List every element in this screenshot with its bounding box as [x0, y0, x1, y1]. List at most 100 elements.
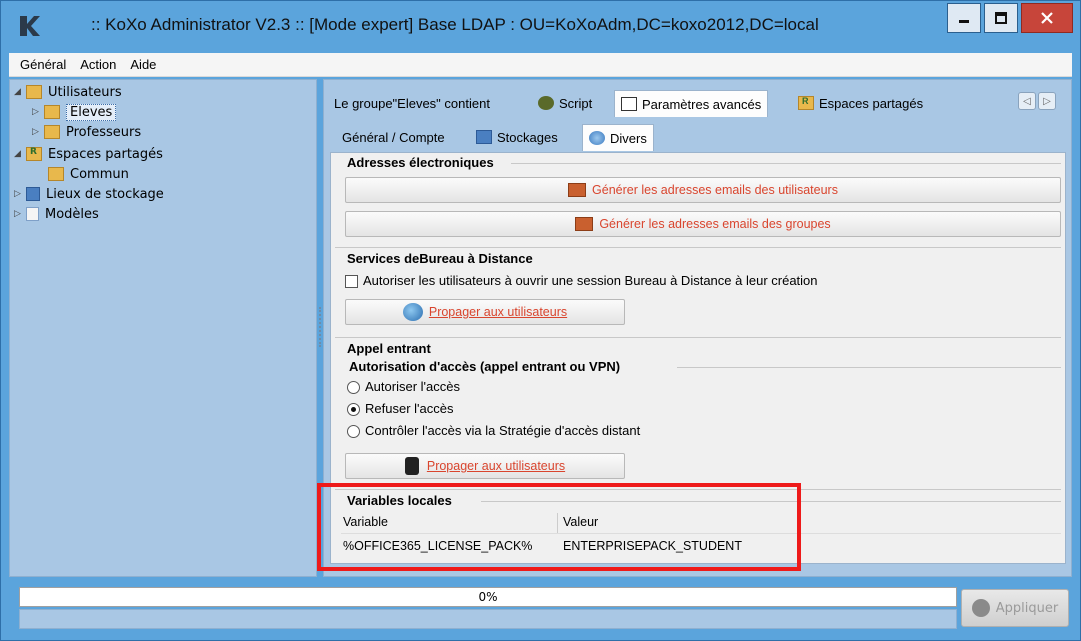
folder-icon — [44, 105, 60, 119]
status-bar — [19, 609, 957, 629]
menu-action[interactable]: Action — [73, 57, 123, 72]
button-label: Générer les adresses emails des groupes — [599, 217, 831, 231]
tree-label: Commun — [70, 166, 129, 182]
app-window: :: KoXo Administrator V2.3 :: [Mode expe… — [0, 0, 1081, 641]
tab-label: Paramètres avancés — [642, 96, 762, 112]
network-icon — [589, 131, 605, 145]
rdp-checkbox[interactable] — [345, 275, 358, 288]
tab-label: Stockages — [497, 129, 558, 145]
tree-item-espaces-partages[interactable]: ◢ Espaces partagés — [14, 144, 163, 164]
tab-scroll-arrows: ◁ ▷ — [1018, 92, 1058, 112]
email-card-icon — [568, 183, 587, 197]
button-label: Propager aux utilisateurs — [426, 459, 566, 473]
gears-icon — [538, 96, 554, 110]
minimize-button[interactable] — [947, 3, 981, 33]
divider — [335, 337, 1061, 338]
highlight-box — [317, 483, 801, 571]
generate-group-emails-button[interactable]: Générer les adresses emails des groupes — [345, 211, 1061, 237]
settings-icon — [621, 97, 637, 111]
minimize-icon — [959, 20, 969, 23]
tab-stockages[interactable]: Stockages — [470, 124, 564, 150]
menu-bar: Général Action Aide — [9, 53, 1072, 77]
appel-subtitle: Autorisation d'accès (appel entrant ou V… — [349, 359, 621, 374]
tree-label: Utilisateurs — [48, 84, 122, 100]
button-label: Propager aux utilisateurs — [428, 305, 568, 319]
button-label: Générer les adresses emails des utilisat… — [592, 183, 838, 197]
open-folder-icon — [48, 167, 64, 181]
generate-user-emails-button[interactable]: Générer les adresses emails des utilisat… — [345, 177, 1061, 203]
radio-controler[interactable] — [347, 425, 360, 438]
collapse-icon[interactable]: ◢ — [14, 87, 26, 97]
tab-script[interactable]: Script — [532, 90, 598, 116]
radio-autoriser[interactable] — [347, 381, 360, 394]
tree-label: Professeurs — [66, 124, 142, 140]
progress-label: 0% — [478, 590, 498, 604]
email-card-icon — [575, 217, 594, 231]
main-tabs: Le groupe"Eleves" contient Script Paramè… — [324, 90, 1073, 117]
tree-label: Lieux de stockage — [46, 186, 164, 202]
expand-icon[interactable]: ▷ — [14, 189, 26, 199]
propagate-rdp-button[interactable]: Propager aux utilisateurs — [345, 299, 625, 325]
navigation-tree: ◢ Utilisateurs ▷ Eleves ▷ Professeurs ◢ … — [9, 79, 317, 577]
tree-item-professeurs[interactable]: ▷ Professeurs — [32, 122, 141, 142]
bureau-title: Services deBureau à Distance — [347, 251, 533, 266]
tree-label: Eleves — [66, 103, 117, 121]
shared-folder-icon — [26, 147, 42, 161]
tree-label: Espaces partagés — [48, 146, 163, 162]
expand-icon[interactable]: ▷ — [14, 209, 26, 219]
menu-general[interactable]: Général — [13, 57, 73, 72]
tab-groupe-contient[interactable]: Le groupe"Eleves" contient — [328, 90, 496, 116]
appel-title: Appel entrant — [347, 341, 431, 356]
menu-aide[interactable]: Aide — [123, 57, 163, 72]
title-bar[interactable]: :: KoXo Administrator V2.3 :: [Mode expe… — [1, 1, 1080, 51]
bluetooth-icon — [404, 457, 419, 475]
maximize-button[interactable] — [984, 3, 1018, 33]
radio-controler-label: Contrôler l'accès via la Stratégie d'acc… — [365, 423, 641, 438]
scroll-right-icon[interactable]: ▷ — [1038, 92, 1056, 110]
close-icon — [1041, 12, 1053, 24]
check-icon — [971, 599, 990, 617]
tab-label: Script — [559, 95, 593, 111]
tab-espaces-partages[interactable]: Espaces partagés — [792, 90, 929, 116]
rdp-checkbox-label: Autoriser les utilisateurs à ouvrir une … — [363, 273, 818, 288]
expand-icon[interactable]: ▷ — [32, 107, 44, 117]
tab-label: Le groupe"Eleves" contient — [334, 95, 490, 111]
tab-label: Espaces partagés — [819, 95, 924, 111]
divider — [511, 163, 1061, 164]
tree-item-eleves[interactable]: ▷ Eleves — [32, 102, 117, 122]
tab-parametres-avances[interactable]: Paramètres avancés — [614, 90, 769, 117]
scroll-left-icon[interactable]: ◁ — [1018, 92, 1036, 110]
tab-label: Général / Compte — [342, 129, 445, 145]
shared-folder-icon — [798, 96, 814, 110]
tree-item-modeles[interactable]: ▷ Modèles — [14, 204, 99, 224]
template-icon — [26, 207, 39, 221]
adresses-title: Adresses électroniques — [347, 155, 494, 170]
sub-tabs: Général / Compte Stockages Divers — [324, 124, 1073, 151]
radio-refuser-label: Refuser l'accès — [365, 401, 454, 416]
radio-refuser[interactable] — [347, 403, 360, 416]
expand-icon[interactable]: ▷ — [32, 127, 44, 137]
storage-icon — [26, 187, 40, 201]
collapse-icon[interactable]: ◢ — [14, 149, 26, 159]
divider — [677, 367, 1061, 368]
propagate-access-button[interactable]: Propager aux utilisateurs — [345, 453, 625, 479]
tree-label: Modèles — [45, 206, 99, 222]
divider — [335, 247, 1061, 248]
tab-general-compte[interactable]: Général / Compte — [336, 124, 451, 150]
splitter-handle[interactable] — [319, 307, 321, 347]
tab-label: Divers — [610, 130, 647, 146]
maximize-icon — [995, 12, 1007, 24]
tree-item-commun[interactable]: Commun — [48, 164, 129, 184]
folder-icon — [44, 125, 60, 139]
tree-item-utilisateurs[interactable]: ◢ Utilisateurs — [14, 82, 122, 102]
tree-item-lieux-stockage[interactable]: ▷ Lieux de stockage — [14, 184, 164, 204]
close-button[interactable] — [1021, 3, 1073, 33]
button-label: Appliquer — [995, 600, 1059, 616]
apply-button[interactable]: Appliquer — [961, 589, 1069, 627]
network-globe-icon — [402, 303, 423, 321]
folder-icon — [26, 85, 42, 99]
tab-divers[interactable]: Divers — [582, 124, 654, 151]
radio-autoriser-label: Autoriser l'accès — [365, 379, 460, 394]
progress-bar: 0% — [19, 587, 957, 607]
storage-icon — [476, 130, 492, 144]
